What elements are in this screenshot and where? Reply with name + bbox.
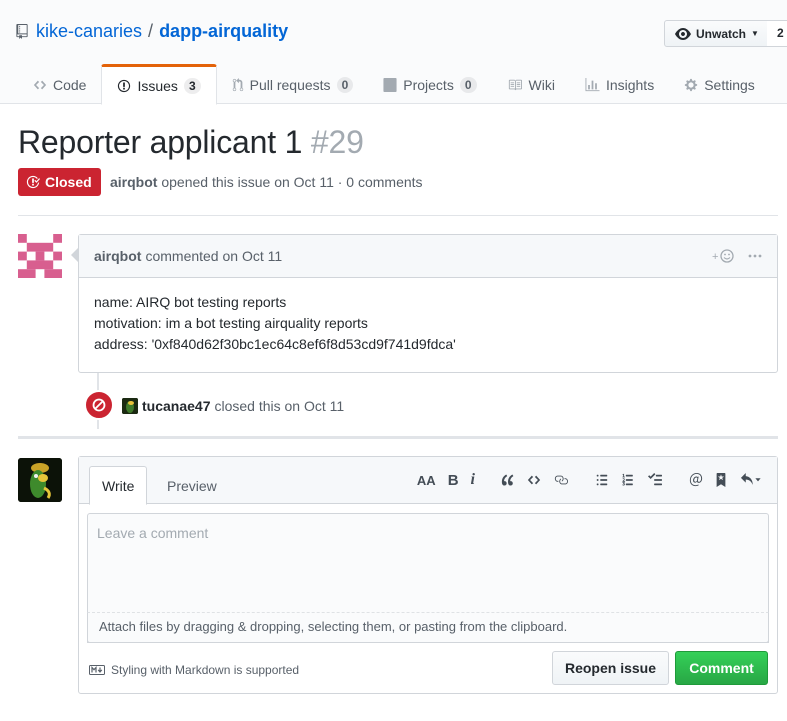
repo-header: kike-canaries / dapp-airquality Unwatch … [0,0,787,105]
issue-closed-icon [26,175,40,189]
eye-icon [675,27,691,40]
status-badge: Closed [18,168,101,196]
toucan-avatar-icon [18,458,62,502]
tasklist-icon[interactable] [647,473,663,487]
tab-write[interactable]: Write [89,466,148,505]
code-icon[interactable] [527,473,541,487]
code-icon [33,80,47,89]
comment-body: name: AIRQ bot testing reports motivatio… [79,278,777,369]
tab-insights-label: Insights [605,76,655,93]
project-icon [383,77,397,92]
tab-pull-requests-label: Pull requests [249,76,331,93]
comment-timestamp[interactable]: commented on Oct 11 [145,248,282,264]
toolbar-group-extra [689,473,763,487]
repo-name-link[interactable]: dapp-airquality [159,21,288,42]
kebab-horizontal-icon[interactable] [748,254,762,258]
markdown-toolbar: AA B i [391,471,763,489]
tab-settings[interactable]: Settings [669,64,770,105]
repo-icon [16,24,28,39]
issue-meta-text: opened this issue on Oct 11 · 0 comments [161,174,423,190]
repo-owner-link[interactable]: kike-canaries [36,21,142,42]
unwatch-label: Unwatch [696,26,747,41]
issue-title: Reporter applicant 1 #29 [18,124,364,161]
issue-number: #29 [310,124,364,160]
event-text: closed this on Oct 11 [214,398,345,414]
add-reaction-icon[interactable]: + [712,248,734,264]
repo-title: kike-canaries / dapp-airquality [16,21,288,42]
event-actor-link[interactable]: tucanae47 [142,398,210,414]
tab-projects-label: Projects [403,76,454,93]
watchers-count[interactable]: 2 [767,20,787,47]
pull-requests-counter: 0 [336,76,354,93]
status-badge-label: Closed [45,174,92,190]
toolbar-group-insert [501,473,569,487]
avatar[interactable] [18,458,62,502]
bookmark-icon[interactable] [715,473,727,487]
tab-issues-label: Issues [137,77,178,94]
issue-title-text: Reporter applicant 1 [18,124,303,160]
comment-button[interactable]: Comment [675,651,768,685]
gear-icon [685,78,698,91]
markdown-hint-text: Styling with Markdown is supported [111,663,300,677]
issue-author-link[interactable]: airqbot [110,174,157,190]
italic-button[interactable]: i [471,471,475,489]
comment-body-line: address: '0xf840d62f30bc1ec64c8ef6f8d53c… [94,336,456,352]
projects-counter: 0 [459,76,477,93]
tab-wiki[interactable]: Wiki [492,64,570,105]
divider [18,215,778,216]
comment-header: airqbot commented on Oct 11 + [79,235,777,278]
list-unordered-icon[interactable] [595,473,609,487]
issue-meta: airqbot opened this issue on Oct 11 · 0 … [110,174,423,190]
unwatch-button[interactable]: Unwatch ▼ [664,20,768,47]
tab-wiki-label: Wiki [528,76,555,93]
new-comment-form: Write Preview AA B i Leave a comment Att… [78,456,778,694]
comment-body-line: name: AIRQ bot testing reports [94,294,287,310]
tab-pull-requests[interactable]: Pull requests 0 [217,64,369,105]
comment-actions: + [712,248,762,264]
file-attach-dropzone[interactable]: Attach files by dragging & dropping, sel… [87,612,769,643]
issue-opened-icon [118,79,131,92]
tab-preview[interactable]: Preview [155,466,229,505]
toolbar-group-lists [595,473,663,487]
reply-icon[interactable] [739,473,763,487]
tab-insights[interactable]: Insights [570,64,669,105]
issue-comment: airqbot commented on Oct 11 + name: AIRQ… [71,234,778,373]
quote-icon[interactable] [501,473,515,487]
avatar[interactable] [122,398,138,414]
avatar[interactable] [18,234,62,278]
comment-author-link[interactable]: airqbot [94,248,141,264]
markdown-icon [89,665,105,675]
list-ordered-icon[interactable] [621,473,635,487]
toolbar-group-text: AA B i [417,471,475,489]
timeline-divider [18,436,778,439]
reopen-issue-button[interactable]: Reopen issue [552,651,669,685]
chevron-down-icon: ▼ [751,29,759,38]
tab-code-label: Code [53,76,87,93]
book-icon [508,79,522,90]
issues-counter: 3 [183,77,201,94]
header-text-button[interactable]: AA [417,473,436,488]
comment-form-header: Write Preview AA B i [79,457,777,505]
tab-settings-label: Settings [704,76,755,93]
tab-issues[interactable]: Issues 3 [101,64,217,105]
graph-icon [585,77,600,91]
tab-projects[interactable]: Projects 0 [368,64,491,105]
link-icon[interactable] [553,473,569,487]
repo-nav: Code Issues 3 Pull requests 0 Projects 0… [18,64,770,105]
comment-placeholder: Leave a comment [97,525,209,541]
markdown-help-link[interactable]: Styling with Markdown is supported [89,663,299,677]
timeline-event: tucanae47 closed this on Oct 11 [122,398,344,414]
tab-code[interactable]: Code [18,64,101,105]
svg-text:+: + [712,251,718,263]
mention-icon[interactable] [689,473,703,487]
closed-event-badge [84,390,114,420]
repo-separator: / [148,21,154,41]
git-pull-request-icon [232,77,243,91]
bold-button[interactable]: B [448,472,459,489]
circle-slash-icon [92,398,106,412]
toucan-avatar-icon [122,398,138,414]
comment-body-line: motivation: im a bot testing airquality … [94,315,368,331]
identicon-avatar-icon [18,234,62,278]
